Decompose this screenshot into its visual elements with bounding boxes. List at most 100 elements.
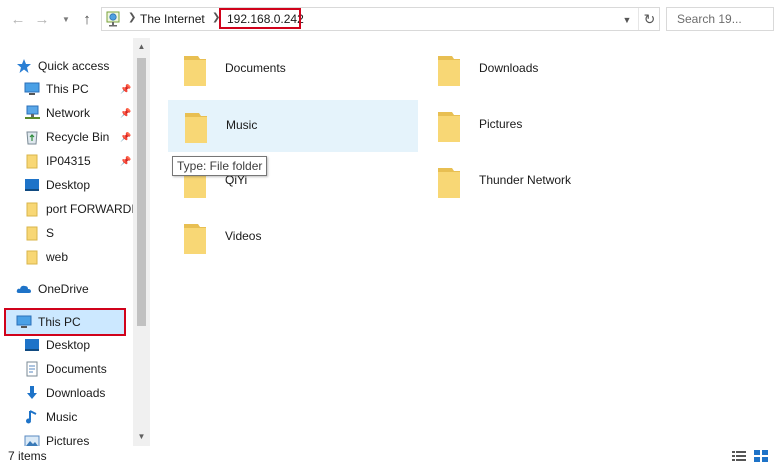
nav-documents[interactable]: Documents <box>24 358 107 380</box>
folder-tile-hovered[interactable]: Music <box>168 100 418 152</box>
address-bar[interactable]: ❯ The Internet ❯ 192.168.0.242 ▼ ↻ <box>101 7 660 31</box>
forward-button[interactable]: → <box>32 9 52 29</box>
folder-icon <box>185 113 207 143</box>
folder-name: Documents <box>225 61 286 75</box>
search-box[interactable]: Search 19... <box>666 7 774 31</box>
breadcrumb-separator[interactable]: ❯ <box>128 12 136 23</box>
folder-tile[interactable]: Videos <box>168 212 418 264</box>
nav-s[interactable]: S <box>24 222 54 244</box>
documents-icon <box>24 361 40 377</box>
scroll-down-button[interactable]: ▼ <box>133 428 150 444</box>
nav-desktop[interactable]: Desktop <box>24 334 90 356</box>
chevron-down-icon: ▼ <box>62 14 70 24</box>
folder-name: Thunder Network <box>479 173 572 187</box>
nav-port-forwarding[interactable]: port FORWARDII <box>24 198 138 220</box>
star-icon <box>16 58 32 74</box>
nav-pictures[interactable]: Pictures <box>24 430 89 446</box>
nav-ip04315[interactable]: IP04315 <box>24 150 91 172</box>
folder-name: Pictures <box>479 117 523 131</box>
nav-item-label: Recycle Bin <box>46 130 110 144</box>
nav-item-label: This PC <box>46 82 89 96</box>
folder-tile[interactable]: Documents <box>168 44 418 96</box>
chevron-down-icon: ▼ <box>137 431 146 441</box>
folder-name: Music <box>226 118 258 132</box>
folder-icon <box>24 225 40 241</box>
folder-tile[interactable]: Thunder Network <box>422 156 672 208</box>
nav-item-label: Quick access <box>38 59 110 73</box>
folder-icon <box>438 112 460 142</box>
pictures-icon <box>24 433 40 446</box>
recent-locations-button[interactable]: ▼ <box>60 9 72 29</box>
navigation-pane: Quick access This PC 📌 Network 📌 Recycle… <box>0 38 150 446</box>
folder-name: Downloads <box>479 61 539 75</box>
scroll-up-button[interactable]: ▲ <box>133 38 150 54</box>
cloud-icon <box>16 281 32 297</box>
chevron-down-icon: ▼ <box>622 15 632 25</box>
arrow-up-icon: ↑ <box>83 10 91 28</box>
pin-icon: 📌 <box>120 108 132 118</box>
nav-item-label: Desktop <box>46 178 91 192</box>
computer-icon <box>24 81 40 97</box>
nav-downloads[interactable]: Downloads <box>24 382 105 404</box>
folder-tile[interactable]: Pictures <box>422 100 672 152</box>
highlight-box-address <box>219 8 301 29</box>
arrow-left-icon: ← <box>10 10 26 28</box>
music-icon <box>24 409 40 425</box>
nav-item-label: Network <box>46 106 91 120</box>
nav-music[interactable]: Music <box>24 406 77 428</box>
pin-icon: 📌 <box>120 156 132 166</box>
nav-item-label: S <box>46 226 55 240</box>
folder-icon <box>24 249 40 265</box>
back-button[interactable]: ← <box>8 9 28 29</box>
pin-icon: 📌 <box>120 84 132 94</box>
chevron-up-icon: ▲ <box>137 41 146 51</box>
folder-icon <box>24 201 40 217</box>
tiles-view-icon[interactable] <box>754 450 768 462</box>
search-placeholder: Search 19... <box>677 12 742 26</box>
folder-tooltip: Type: File folder <box>172 156 268 176</box>
nav-quick-access[interactable]: Quick access <box>16 55 109 77</box>
network-icon <box>24 105 40 121</box>
nav-web[interactable]: web <box>24 246 68 268</box>
desktop-icon <box>24 177 40 193</box>
folder-icon <box>184 56 206 86</box>
nav-item-label: Music <box>46 410 78 424</box>
file-list: Documents Downloads Music Pictures QiYi … <box>150 38 774 446</box>
desktop-icon <box>24 337 40 353</box>
item-count: 7 items <box>8 449 47 463</box>
folder-tile[interactable]: Downloads <box>422 44 672 96</box>
network-location-icon <box>106 11 120 27</box>
nav-item-label: Downloads <box>46 386 106 400</box>
folder-icon <box>438 56 460 86</box>
folder-icon <box>438 168 460 198</box>
address-toolbar: ← → ▼ ↑ ❯ The Internet ❯ 192.168.0.242 ▼… <box>0 0 774 38</box>
nav-item-label: port FORWARDII <box>46 202 139 216</box>
breadcrumb-the-internet[interactable]: The Internet <box>140 12 205 26</box>
up-button[interactable]: ↑ <box>77 9 97 29</box>
pin-icon: 📌 <box>120 132 132 142</box>
folder-icon <box>24 153 40 169</box>
refresh-button[interactable]: ↻ <box>638 8 660 30</box>
details-view-icon[interactable] <box>732 450 746 462</box>
nav-item-label: Pictures <box>46 434 90 446</box>
nav-item-label: web <box>46 250 69 264</box>
computer-icon <box>16 314 32 330</box>
nav-item-label: Documents <box>46 362 107 376</box>
nav-recycle-bin[interactable]: Recycle Bin <box>24 126 109 148</box>
nav-this-pc[interactable]: This PC <box>16 311 81 333</box>
nav-item-label: This PC <box>38 315 81 329</box>
nav-network[interactable]: Network <box>24 102 90 124</box>
address-history-dropdown[interactable]: ▼ <box>620 13 634 27</box>
folder-name: Videos <box>225 229 262 243</box>
nav-onedrive[interactable]: OneDrive <box>16 278 89 300</box>
nav-item-label: Desktop <box>46 338 91 352</box>
nav-scrollbar[interactable]: ▲ ▼ <box>133 38 150 446</box>
refresh-icon: ↻ <box>643 10 656 27</box>
recycle-bin-icon <box>24 129 40 145</box>
scrollbar-thumb[interactable] <box>137 58 146 326</box>
download-icon <box>24 385 40 401</box>
status-bar: 7 items <box>0 446 774 466</box>
nav-item-label: OneDrive <box>38 282 89 296</box>
nav-this-pc-pinned[interactable]: This PC <box>24 78 89 100</box>
nav-desktop-quick[interactable]: Desktop <box>24 174 90 196</box>
